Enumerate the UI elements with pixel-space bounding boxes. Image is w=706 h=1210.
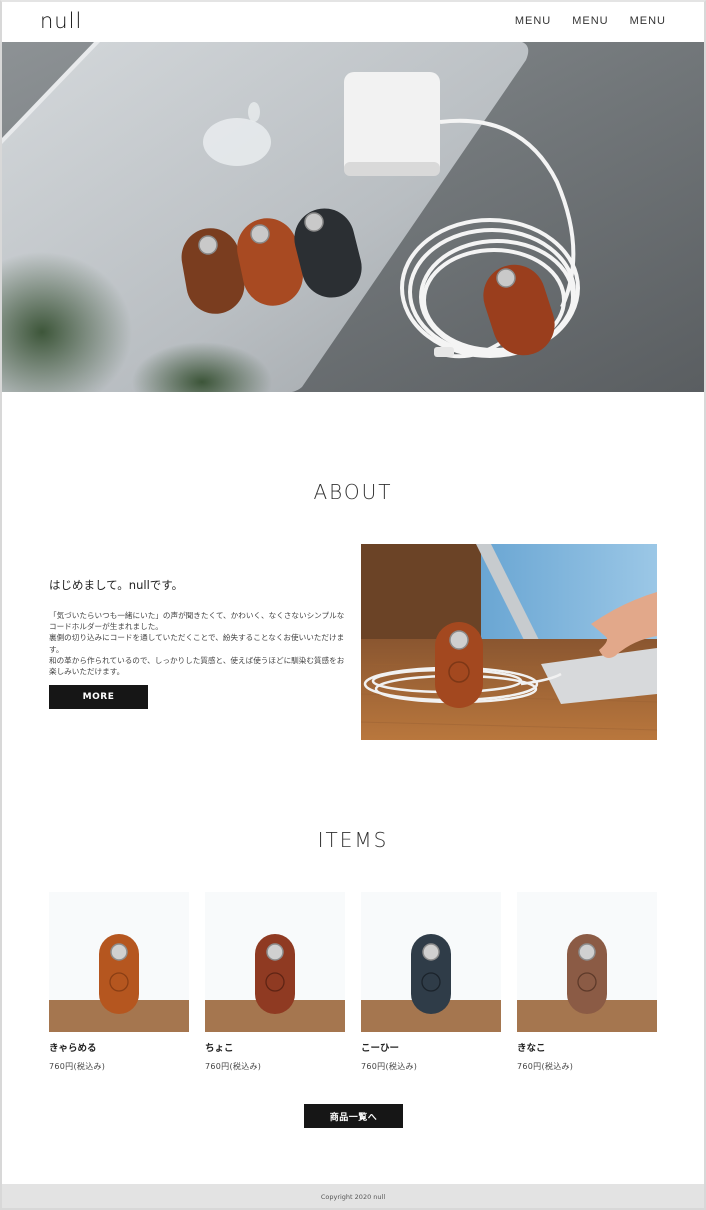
item-price: 760円(税込み) bbox=[517, 1062, 574, 1071]
item-image[interactable] bbox=[49, 892, 189, 1032]
copyright-text: Copyright 2020 null bbox=[320, 1193, 386, 1201]
item-image[interactable] bbox=[517, 892, 657, 1032]
hero-illustration bbox=[2, 42, 704, 392]
item-price: 760円(税込み) bbox=[205, 1062, 262, 1071]
site-footer: Copyright 2020 null bbox=[2, 1184, 704, 1208]
item-price: 760円(税込み) bbox=[49, 1062, 106, 1071]
about-description: 「気づいたらいつも一緒にいた」の声が聞きたくて、かわいく、なくさないシンプルなコ… bbox=[49, 610, 345, 677]
item-name[interactable]: こーひー bbox=[361, 1040, 501, 1054]
product-list-button[interactable]: 商品一覧へ bbox=[304, 1104, 403, 1128]
about-photo bbox=[361, 544, 657, 740]
item-illustration bbox=[49, 892, 189, 1032]
site-logo[interactable]: null bbox=[40, 9, 82, 33]
item-illustration bbox=[205, 892, 345, 1032]
item-name[interactable]: きゃらめる bbox=[49, 1040, 189, 1054]
nav-menu-3[interactable]: MENU bbox=[630, 15, 666, 27]
item-illustration bbox=[517, 892, 657, 1032]
item-card[interactable]: きゃらめる 760円(税込み) bbox=[49, 892, 189, 1072]
nav-menu-1[interactable]: MENU bbox=[515, 15, 551, 27]
item-name[interactable]: ちょこ bbox=[205, 1040, 345, 1054]
item-card[interactable]: きなこ 760円(税込み) bbox=[517, 892, 657, 1072]
item-card[interactable]: こーひー 760円(税込み) bbox=[361, 892, 501, 1072]
about-title: ABOUT bbox=[313, 480, 393, 504]
item-illustration bbox=[361, 892, 501, 1032]
page-frame: null MENU MENU MENU ABOUT はじめまして。nullです。… bbox=[0, 0, 706, 1210]
items-title: ITEMS bbox=[317, 828, 389, 852]
site-header: null MENU MENU MENU bbox=[2, 2, 704, 42]
about-paragraph: 裏側の切り込みにコードを通していただくことで、紛失することなくお使いいただけます… bbox=[49, 633, 345, 654]
about-heading: はじめまして。nullです。 bbox=[49, 578, 184, 592]
nav-menu-2[interactable]: MENU bbox=[572, 15, 608, 27]
item-price: 760円(税込み) bbox=[361, 1062, 418, 1071]
hero-image bbox=[2, 42, 704, 392]
about-paragraph: 「気づいたらいつも一緒にいた」の声が聞きたくて、かわいく、なくさないシンプルなコ… bbox=[49, 611, 345, 632]
main-nav: MENU MENU MENU bbox=[515, 15, 666, 27]
item-image[interactable] bbox=[205, 892, 345, 1032]
item-card[interactable]: ちょこ 760円(税込み) bbox=[205, 892, 345, 1072]
item-name[interactable]: きなこ bbox=[517, 1040, 657, 1054]
item-image[interactable] bbox=[361, 892, 501, 1032]
about-paragraph: 和の革から作られているので、しっかりした質感と、使えば使うほどに馴染む質感をお楽… bbox=[49, 655, 345, 677]
about-illustration bbox=[361, 544, 657, 740]
more-button[interactable]: MORE bbox=[49, 685, 148, 709]
